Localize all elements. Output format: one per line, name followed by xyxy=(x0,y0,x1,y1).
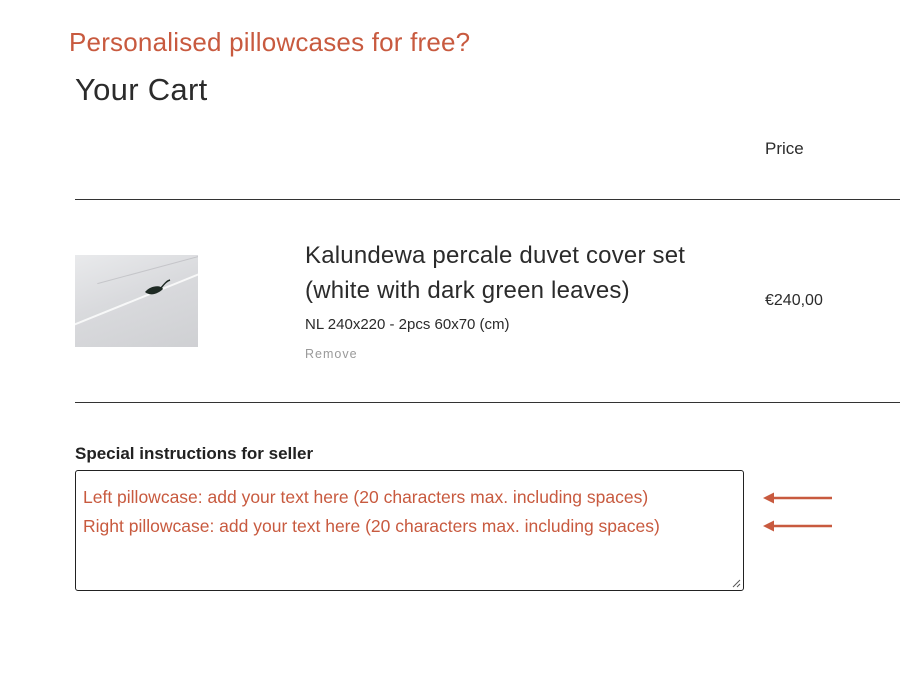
product-price: €240,00 xyxy=(765,292,823,309)
left-arrow-icon xyxy=(763,520,832,532)
cart-page: Personalised pillowcases for free? Your … xyxy=(0,0,900,686)
cart-divider-top xyxy=(75,199,900,200)
cart-divider-bottom xyxy=(75,402,900,403)
page-title: Your Cart xyxy=(75,72,208,107)
promo-heading: Personalised pillowcases for free? xyxy=(69,27,471,57)
leaf-icon xyxy=(145,279,171,295)
special-instructions-label: Special instructions for seller xyxy=(75,444,314,463)
product-variant: NL 240x220 - 2pcs 60x70 (cm) xyxy=(305,316,510,333)
left-arrow-icon xyxy=(763,492,832,504)
instructions-line-right: Right pillowcase: add your text here (20… xyxy=(83,516,660,536)
instructions-line-left: Left pillowcase: add your text here (20 … xyxy=(83,487,649,507)
price-column-header: Price xyxy=(765,139,804,158)
instructions-text: Left pillowcase: add your text here (20 … xyxy=(83,483,660,541)
remove-item-link[interactable]: Remove xyxy=(305,347,358,361)
product-image[interactable] xyxy=(75,255,198,347)
product-name-link[interactable]: Kalundewa percale duvet cover set (white… xyxy=(305,238,755,308)
special-instructions-textarea[interactable]: Left pillowcase: add your text here (20 … xyxy=(75,470,744,591)
resize-handle-icon[interactable] xyxy=(732,579,741,588)
